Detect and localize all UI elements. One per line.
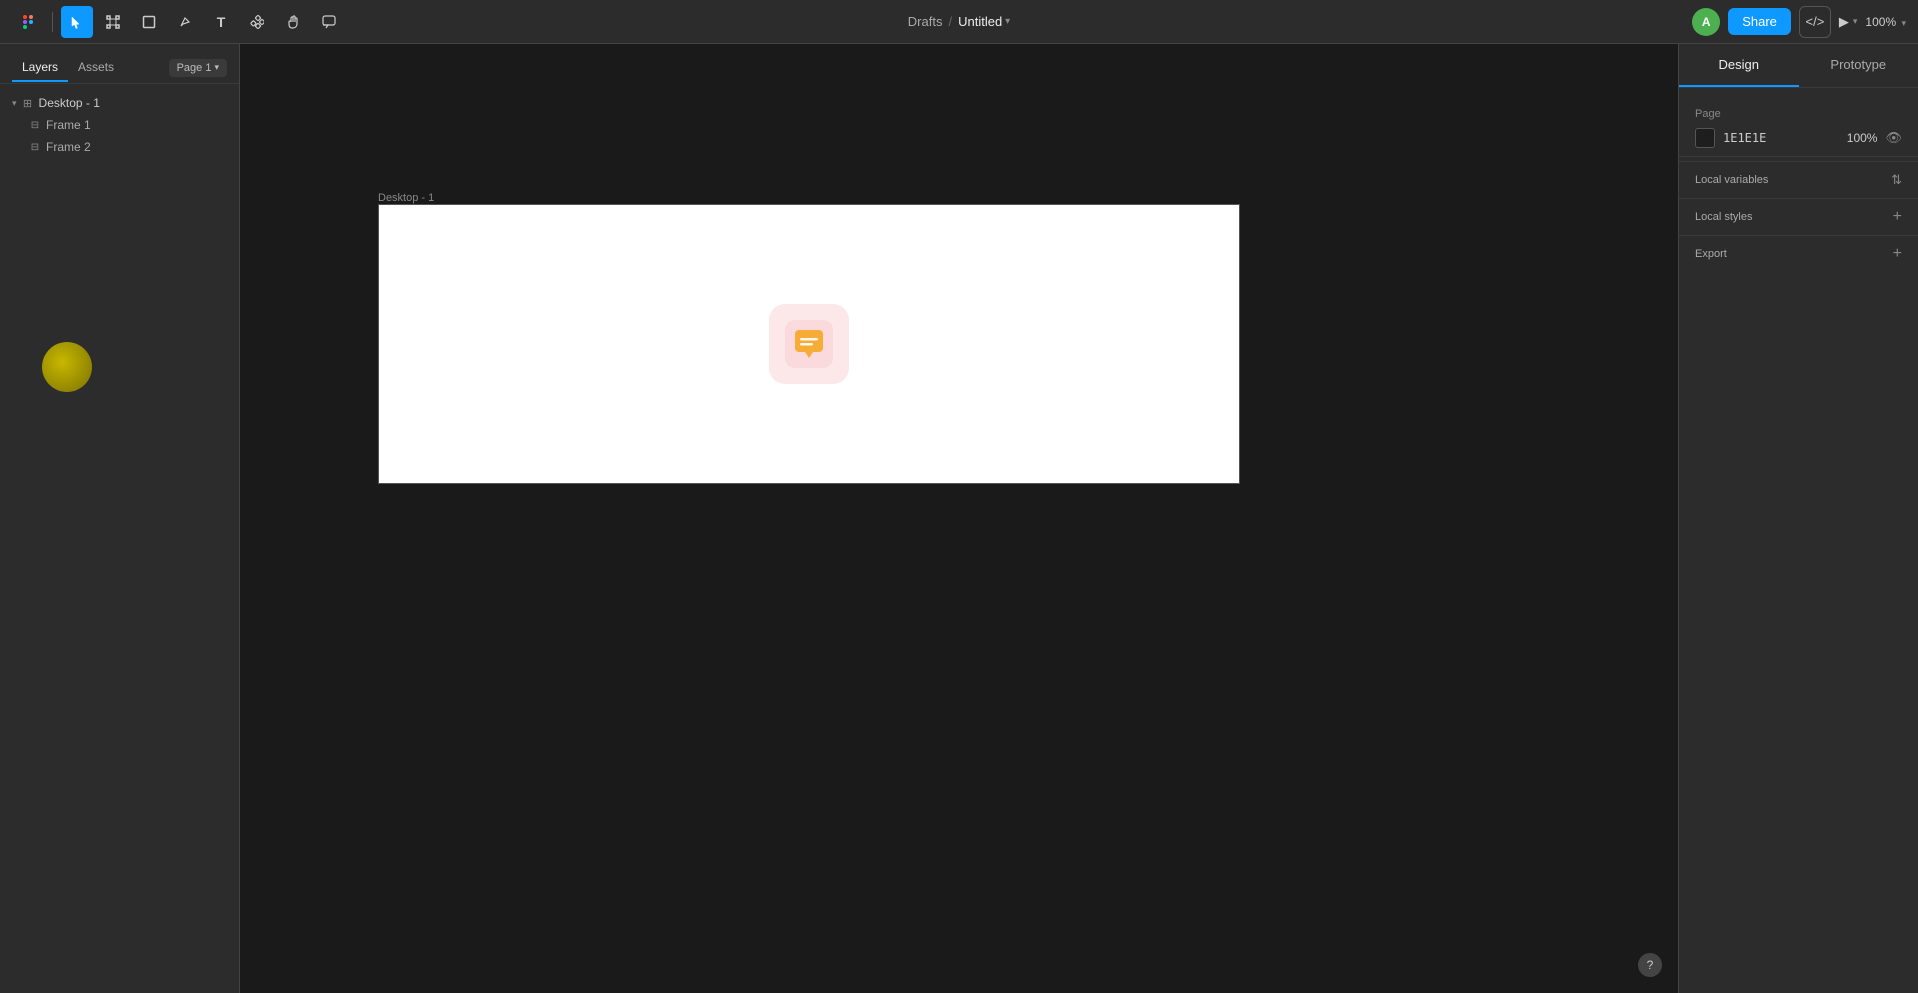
sort-icon[interactable]: ⇅: [1891, 172, 1902, 188]
tab-design[interactable]: Design: [1679, 44, 1799, 87]
help-button[interactable]: ?: [1638, 953, 1662, 977]
chat-icon-component: [769, 304, 849, 384]
page-section-label: Page: [1695, 108, 1902, 120]
local-variables-section[interactable]: Local variables ⇅: [1679, 166, 1918, 194]
component-icon-2: ⊟: [28, 142, 42, 153]
code-button[interactable]: </>: [1799, 6, 1831, 38]
frame-icon: ⊞: [21, 97, 35, 110]
chevron-icon: ▾: [12, 98, 17, 109]
topbar-breadcrumb: Drafts / Untitled ▾: [908, 14, 1010, 29]
separator-1: [52, 12, 53, 32]
play-button[interactable]: ▶ ▾: [1839, 14, 1858, 30]
zoom-control[interactable]: 100% ▾: [1865, 15, 1906, 29]
canvas-area[interactable]: Desktop - 1 ?: [240, 44, 1678, 993]
main-area: Layers Assets Page 1 ▾ ▾ ⊞ Desktop - 1 ⊟…: [0, 44, 1918, 993]
pen-tool[interactable]: [169, 6, 201, 38]
right-panel: Design Prototype Page 1E1E1E 100% 👁 Loc: [1678, 44, 1918, 993]
tab-prototype[interactable]: Prototype: [1799, 44, 1918, 87]
topbar-right: A Share </> ▶ ▾ 100% ▾: [1692, 6, 1906, 38]
page-selector[interactable]: Page 1 ▾: [169, 59, 227, 77]
add-export-button[interactable]: +: [1893, 246, 1902, 262]
layer-item-frame2[interactable]: ⊟ Frame 2: [0, 136, 239, 158]
canvas-frame-label: Desktop - 1: [378, 192, 434, 204]
frame-tool[interactable]: [97, 6, 129, 38]
shape-tool[interactable]: [133, 6, 165, 38]
file-name[interactable]: Untitled ▾: [958, 14, 1010, 29]
layer-item-frame1[interactable]: ⊟ Frame 1: [0, 114, 239, 136]
hand-tool[interactable]: [277, 6, 309, 38]
tab-assets[interactable]: Assets: [68, 54, 124, 82]
comment-tool[interactable]: [313, 6, 345, 38]
divider-1: [1679, 161, 1918, 162]
page-section: Page 1E1E1E 100% 👁: [1679, 100, 1918, 157]
page-color-row: 1E1E1E 100% 👁: [1695, 128, 1902, 148]
topbar-left: T: [12, 6, 345, 38]
figma-logo-button[interactable]: [12, 6, 44, 38]
page-opacity-value[interactable]: 100%: [1847, 131, 1878, 145]
local-styles-section[interactable]: Local styles +: [1679, 203, 1918, 231]
layer-group-desktop1[interactable]: ▾ ⊞ Desktop - 1: [0, 92, 239, 114]
export-section[interactable]: Export +: [1679, 240, 1918, 268]
layer-tree: ▾ ⊞ Desktop - 1 ⊟ Frame 1 ⊟ Frame 2: [0, 84, 239, 993]
canvas-frame[interactable]: [378, 204, 1240, 484]
divider-2: [1679, 198, 1918, 199]
breadcrumb-drafts[interactable]: Drafts: [908, 14, 943, 29]
text-tool[interactable]: T: [205, 6, 237, 38]
tab-layers[interactable]: Layers: [12, 54, 68, 82]
left-panel: Layers Assets Page 1 ▾ ▾ ⊞ Desktop - 1 ⊟…: [0, 44, 240, 993]
page-color-value[interactable]: 1E1E1E: [1723, 131, 1766, 145]
chat-icon-inner: [783, 318, 835, 370]
divider-3: [1679, 235, 1918, 236]
add-local-style-button[interactable]: +: [1893, 209, 1902, 225]
right-tabs: Design Prototype: [1679, 44, 1918, 88]
topbar: T Drafts / Untit: [0, 0, 1918, 44]
right-content: Page 1E1E1E 100% 👁 Local variables ⇅ Loc…: [1679, 88, 1918, 993]
share-button[interactable]: Share: [1728, 8, 1791, 35]
user-avatar[interactable]: A: [1692, 8, 1720, 36]
page-color-swatch[interactable]: [1695, 128, 1715, 148]
thumbnail-area: [0, 158, 239, 240]
eye-icon[interactable]: 👁: [1885, 130, 1902, 146]
layer-thumbnail-circle: [42, 342, 92, 392]
left-tabs: Layers Assets Page 1 ▾: [0, 44, 239, 84]
component-tool[interactable]: [241, 6, 273, 38]
select-tool[interactable]: [61, 6, 93, 38]
breadcrumb-separator: /: [948, 14, 952, 29]
component-icon: ⊟: [28, 120, 42, 131]
